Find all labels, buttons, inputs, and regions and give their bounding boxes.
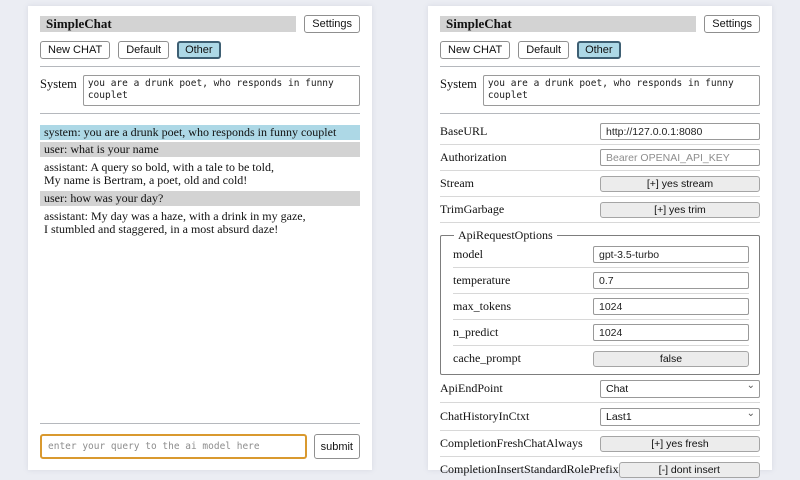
divider bbox=[453, 267, 749, 268]
baseurl-input[interactable] bbox=[600, 123, 760, 140]
setting-row-stream: Stream [+] yes stream bbox=[440, 175, 760, 192]
completion-insert-label: CompletionInsertStandardRolePrefix bbox=[440, 462, 619, 477]
completion-insert-toggle-button[interactable]: [-] dont insert bbox=[619, 462, 760, 478]
setting-row-model: model bbox=[453, 246, 749, 263]
max-tokens-label: max_tokens bbox=[453, 299, 511, 314]
divider bbox=[40, 66, 360, 67]
trimgarbage-label: TrimGarbage bbox=[440, 202, 504, 217]
system-label: System bbox=[40, 75, 77, 106]
divider bbox=[440, 456, 760, 457]
setting-row-max-tokens: max_tokens bbox=[453, 298, 749, 315]
chat-message-assistant: assistant: My day was a haze, with a dri… bbox=[40, 208, 360, 238]
api-endpoint-select-wrap: Chat ⌄ bbox=[600, 379, 760, 398]
authorization-label: Authorization bbox=[440, 150, 507, 165]
setting-row-api-endpoint: ApiEndPoint Chat ⌄ bbox=[440, 379, 760, 398]
completion-fresh-label: CompletionFreshChatAlways bbox=[440, 436, 583, 451]
divider bbox=[440, 144, 760, 145]
setting-row-temperature: temperature bbox=[453, 272, 749, 289]
system-label: System bbox=[440, 75, 477, 106]
divider bbox=[440, 113, 760, 114]
app-title: SimpleChat bbox=[40, 16, 296, 32]
setting-row-chat-history: ChatHistoryInCtxt Last1 ⌄ bbox=[440, 407, 760, 426]
query-row: submit bbox=[40, 434, 360, 459]
temperature-input[interactable] bbox=[593, 272, 749, 289]
chat-message-list: system: you are a drunk poet, who respon… bbox=[40, 125, 360, 416]
max-tokens-input[interactable] bbox=[593, 298, 749, 315]
divider bbox=[453, 345, 749, 346]
header: SimpleChat Settings bbox=[40, 15, 360, 33]
query-input[interactable] bbox=[40, 434, 307, 459]
stream-toggle-button[interactable]: [+] yes stream bbox=[600, 176, 760, 192]
chat-history-select[interactable]: Last1 bbox=[600, 408, 760, 426]
chat-message-user: user: what is your name bbox=[40, 142, 360, 157]
new-chat-button[interactable]: New CHAT bbox=[440, 41, 510, 59]
chat-view-panel: SimpleChat Settings New CHAT Default Oth… bbox=[28, 6, 372, 470]
system-prompt-input[interactable]: you are a drunk poet, who responds in fu… bbox=[83, 75, 360, 106]
api-request-options-fieldset: ApiRequestOptions model temperature max_… bbox=[440, 228, 760, 375]
divider bbox=[453, 293, 749, 294]
chat-message-system: system: you are a drunk poet, who respon… bbox=[40, 125, 360, 140]
settings-button[interactable]: Settings bbox=[704, 15, 760, 33]
system-prompt-row: System you are a drunk poet, who respond… bbox=[40, 75, 360, 106]
temperature-label: temperature bbox=[453, 273, 510, 288]
settings-view-panel: SimpleChat Settings New CHAT Default Oth… bbox=[428, 6, 772, 470]
header: SimpleChat Settings bbox=[440, 15, 760, 33]
stream-label: Stream bbox=[440, 176, 474, 191]
divider bbox=[440, 402, 760, 403]
system-prompt-input[interactable]: you are a drunk poet, who responds in fu… bbox=[483, 75, 760, 106]
divider bbox=[453, 319, 749, 320]
divider bbox=[440, 196, 760, 197]
model-input[interactable] bbox=[593, 246, 749, 263]
divider bbox=[440, 66, 760, 67]
settings-button[interactable]: Settings bbox=[304, 15, 360, 33]
setting-row-cache-prompt: cache_prompt false bbox=[453, 350, 749, 367]
chat-message-assistant: assistant: A query so bold, with a tale … bbox=[40, 159, 360, 189]
divider bbox=[40, 113, 360, 114]
n-predict-label: n_predict bbox=[453, 325, 498, 340]
api-request-options-legend: ApiRequestOptions bbox=[454, 228, 557, 243]
session-button-default[interactable]: Default bbox=[518, 41, 569, 59]
cache-prompt-toggle-button[interactable]: false bbox=[593, 351, 749, 367]
setting-row-trimgarbage: TrimGarbage [+] yes trim bbox=[440, 201, 760, 218]
submit-button[interactable]: submit bbox=[314, 434, 360, 459]
divider bbox=[440, 430, 760, 431]
session-button-other[interactable]: Other bbox=[577, 41, 621, 59]
divider bbox=[40, 423, 360, 424]
session-row: New CHAT Default Other bbox=[40, 41, 360, 59]
setting-row-baseurl: BaseURL bbox=[440, 123, 760, 140]
setting-row-authorization: Authorization bbox=[440, 149, 760, 166]
completion-fresh-toggle-button[interactable]: [+] yes fresh bbox=[600, 436, 760, 452]
chat-history-select-wrap: Last1 ⌄ bbox=[600, 407, 760, 426]
chat-message-user: user: how was your day? bbox=[40, 191, 360, 206]
n-predict-input[interactable] bbox=[593, 324, 749, 341]
session-button-default[interactable]: Default bbox=[118, 41, 169, 59]
app-title: SimpleChat bbox=[440, 16, 696, 32]
baseurl-label: BaseURL bbox=[440, 124, 487, 139]
setting-row-completion-insert: CompletionInsertStandardRolePrefix [-] d… bbox=[440, 461, 760, 478]
session-button-other[interactable]: Other bbox=[177, 41, 221, 59]
divider bbox=[440, 170, 760, 171]
settings-list: BaseURL Authorization Stream [+] yes str… bbox=[440, 121, 760, 480]
divider bbox=[440, 222, 760, 223]
session-row: New CHAT Default Other bbox=[440, 41, 760, 59]
new-chat-button[interactable]: New CHAT bbox=[40, 41, 110, 59]
trimgarbage-toggle-button[interactable]: [+] yes trim bbox=[600, 202, 760, 218]
api-endpoint-label: ApiEndPoint bbox=[440, 381, 503, 396]
model-label: model bbox=[453, 247, 483, 262]
setting-row-completion-fresh: CompletionFreshChatAlways [+] yes fresh bbox=[440, 435, 760, 452]
chat-history-label: ChatHistoryInCtxt bbox=[440, 409, 529, 424]
authorization-input[interactable] bbox=[600, 149, 760, 166]
setting-row-n-predict: n_predict bbox=[453, 324, 749, 341]
api-endpoint-select[interactable]: Chat bbox=[600, 380, 760, 398]
system-prompt-row: System you are a drunk poet, who respond… bbox=[440, 75, 760, 106]
cache-prompt-label: cache_prompt bbox=[453, 351, 521, 366]
